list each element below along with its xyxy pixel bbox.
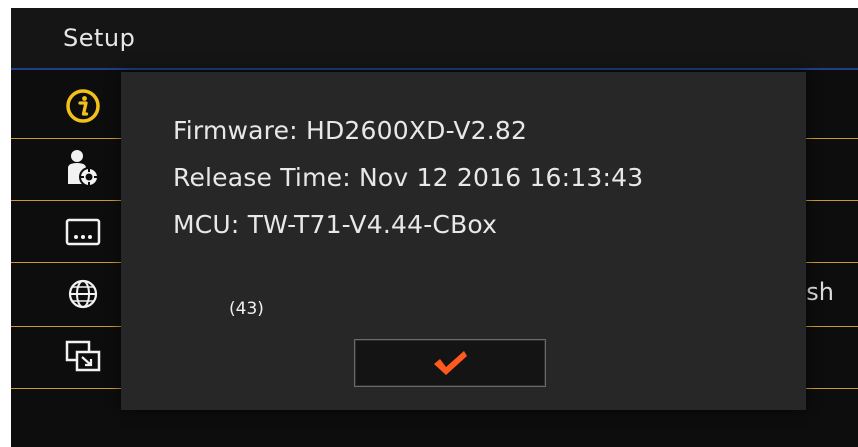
- header-bar: Setup: [11, 8, 858, 68]
- mcu-label: MCU: TW-T71-V4.44-CBox: [173, 210, 498, 239]
- version-info-dialog: Firmware: HD2600XD-V2.82 Release Time: N…: [121, 72, 806, 410]
- release-time-label: Release Time: Nov 12 2016 16:13:43: [173, 163, 644, 192]
- user-settings-icon: [63, 148, 103, 188]
- language-value: sh: [806, 278, 834, 306]
- ok-button[interactable]: [354, 339, 546, 387]
- tv-screen: Setup sh Firmware: HD2600XD-V2.82 Releas…: [11, 8, 858, 447]
- count-label: (43): [229, 299, 264, 319]
- page-title: Setup: [63, 24, 136, 52]
- header-divider: [11, 68, 858, 70]
- subtitle-icon: [63, 212, 103, 252]
- checkmark-icon: [434, 351, 467, 375]
- firmware-label: Firmware: HD2600XD-V2.82: [173, 116, 528, 145]
- info-icon: [63, 86, 103, 126]
- language-globe-icon: [63, 274, 103, 314]
- display-icon: [63, 336, 103, 376]
